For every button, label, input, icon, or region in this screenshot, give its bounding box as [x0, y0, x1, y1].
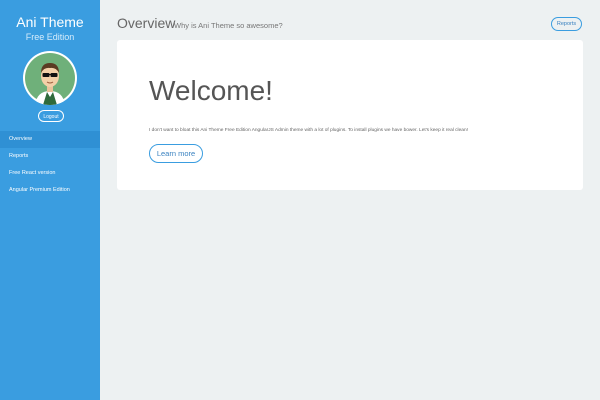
sidebar-item-overview[interactable]: Overview	[0, 131, 100, 148]
welcome-heading: Welcome!	[149, 75, 273, 106]
reports-button[interactable]: Reports	[551, 17, 582, 31]
page-title: Overview	[117, 15, 176, 31]
brand-subtitle: Free Edition	[25, 32, 75, 42]
sidebar-nav: Overview Reports Free React version Angu…	[0, 131, 100, 199]
welcome-description: I don't want to bloat this Ani Theme Fre…	[149, 128, 468, 133]
sidebar-item-angular-premium-edition[interactable]: Angular Premium Edition	[0, 182, 100, 199]
brand-title: Ani Theme	[16, 14, 84, 30]
sidebar: Ani Theme Free Edition Logout Overview R…	[0, 0, 100, 400]
sidebar-item-reports[interactable]: Reports	[0, 148, 100, 165]
logout-button[interactable]: Logout	[38, 110, 64, 122]
user-avatar-icon	[23, 51, 77, 105]
page-subtitle: Why is Ani Theme so awesome?	[174, 21, 283, 30]
learn-more-button[interactable]: Learn more	[149, 144, 203, 163]
welcome-card: Welcome! I don't want to bloat this Ani …	[117, 40, 583, 190]
sidebar-item-free-react-version[interactable]: Free React version	[0, 165, 100, 182]
